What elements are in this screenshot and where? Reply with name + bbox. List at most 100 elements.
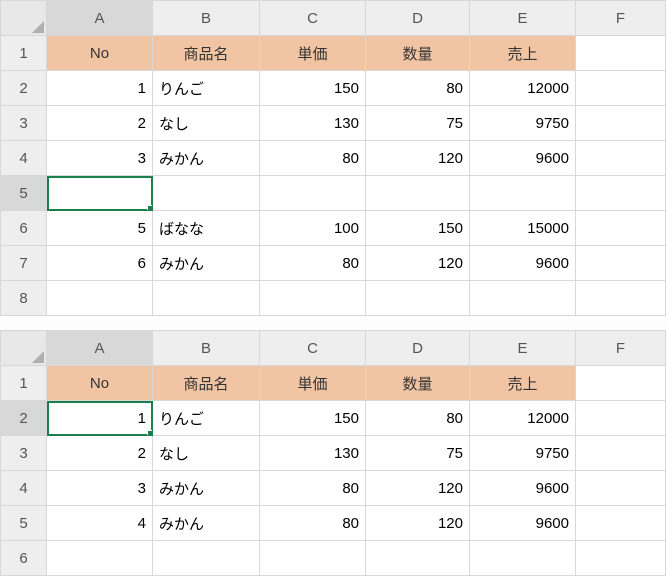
cell-E1[interactable]: 売上 bbox=[470, 36, 576, 71]
cell-A8[interactable] bbox=[47, 281, 153, 316]
cell-F3[interactable] bbox=[576, 106, 666, 141]
cell-C3[interactable]: 130 bbox=[260, 436, 366, 471]
cell-F7[interactable] bbox=[576, 246, 666, 281]
col-head-F[interactable]: F bbox=[576, 1, 666, 36]
cell-B1[interactable]: 商品名 bbox=[153, 36, 260, 71]
cell-D5[interactable] bbox=[366, 176, 470, 211]
cell-C5[interactable] bbox=[260, 176, 366, 211]
cell-F3[interactable] bbox=[576, 436, 666, 471]
cell-A2[interactable]: 1 bbox=[47, 71, 153, 106]
cell-D6[interactable] bbox=[366, 541, 470, 576]
cell-A6[interactable] bbox=[47, 541, 153, 576]
cell-D1[interactable]: 数量 bbox=[366, 36, 470, 71]
cell-D1[interactable]: 数量 bbox=[366, 366, 470, 401]
cell-A4[interactable]: 3 bbox=[47, 141, 153, 176]
cell-F2[interactable] bbox=[576, 401, 666, 436]
cell-B6[interactable]: ばなな bbox=[153, 211, 260, 246]
cell-D2[interactable]: 80 bbox=[366, 71, 470, 106]
cell-C4[interactable]: 80 bbox=[260, 141, 366, 176]
row-head-5[interactable]: 5 bbox=[1, 176, 47, 211]
col-head-D[interactable]: D bbox=[366, 331, 470, 366]
cell-B3[interactable]: なし bbox=[153, 106, 260, 141]
cell-C3[interactable]: 130 bbox=[260, 106, 366, 141]
col-head-D[interactable]: D bbox=[366, 1, 470, 36]
cell-F6[interactable] bbox=[576, 541, 666, 576]
cell-A7[interactable]: 6 bbox=[47, 246, 153, 281]
col-head-E[interactable]: E bbox=[470, 1, 576, 36]
cell-C2[interactable]: 150 bbox=[260, 71, 366, 106]
row-head-6[interactable]: 6 bbox=[1, 211, 47, 246]
row-head-5[interactable]: 5 bbox=[1, 506, 47, 541]
cell-F4[interactable] bbox=[576, 471, 666, 506]
select-all-corner[interactable] bbox=[1, 1, 47, 36]
cell-B2[interactable]: りんご bbox=[153, 401, 260, 436]
row-head-3[interactable]: 3 bbox=[1, 106, 47, 141]
cell-A5[interactable]: 4 bbox=[47, 506, 153, 541]
cell-B5[interactable] bbox=[153, 176, 260, 211]
col-head-B[interactable]: B bbox=[153, 331, 260, 366]
cell-B1[interactable]: 商品名 bbox=[153, 366, 260, 401]
cell-E4[interactable]: 9600 bbox=[470, 471, 576, 506]
row-head-4[interactable]: 4 bbox=[1, 471, 47, 506]
row-head-6[interactable]: 6 bbox=[1, 541, 47, 576]
cell-F1[interactable] bbox=[576, 366, 666, 401]
cell-E4[interactable]: 9600 bbox=[470, 141, 576, 176]
cell-C4[interactable]: 80 bbox=[260, 471, 366, 506]
col-head-C[interactable]: C bbox=[260, 331, 366, 366]
cell-C1[interactable]: 単価 bbox=[260, 366, 366, 401]
cell-A5[interactable] bbox=[47, 176, 153, 211]
cell-D5[interactable]: 120 bbox=[366, 506, 470, 541]
row-head-8[interactable]: 8 bbox=[1, 281, 47, 316]
cell-F5[interactable] bbox=[576, 176, 666, 211]
cell-B2[interactable]: りんご bbox=[153, 71, 260, 106]
cell-C7[interactable]: 80 bbox=[260, 246, 366, 281]
cell-E3[interactable]: 9750 bbox=[470, 106, 576, 141]
cell-D2[interactable]: 80 bbox=[366, 401, 470, 436]
col-head-A[interactable]: A bbox=[47, 331, 153, 366]
row-head-1[interactable]: 1 bbox=[1, 36, 47, 71]
cell-E5[interactable]: 9600 bbox=[470, 506, 576, 541]
cell-A3[interactable]: 2 bbox=[47, 106, 153, 141]
col-head-E[interactable]: E bbox=[470, 331, 576, 366]
col-head-A[interactable]: A bbox=[47, 1, 153, 36]
cell-C8[interactable] bbox=[260, 281, 366, 316]
cell-C6[interactable] bbox=[260, 541, 366, 576]
cell-E3[interactable]: 9750 bbox=[470, 436, 576, 471]
cell-B5[interactable]: みかん bbox=[153, 506, 260, 541]
cell-A2[interactable]: 1 bbox=[47, 401, 153, 436]
cell-E1[interactable]: 売上 bbox=[470, 366, 576, 401]
cell-D7[interactable]: 120 bbox=[366, 246, 470, 281]
cell-E8[interactable] bbox=[470, 281, 576, 316]
cell-E6[interactable] bbox=[470, 541, 576, 576]
cell-C5[interactable]: 80 bbox=[260, 506, 366, 541]
cell-C2[interactable]: 150 bbox=[260, 401, 366, 436]
cell-E7[interactable]: 9600 bbox=[470, 246, 576, 281]
cell-B3[interactable]: なし bbox=[153, 436, 260, 471]
cell-F8[interactable] bbox=[576, 281, 666, 316]
cell-F2[interactable] bbox=[576, 71, 666, 106]
cell-A1[interactable]: No bbox=[47, 366, 153, 401]
cell-A1[interactable]: No bbox=[47, 36, 153, 71]
row-head-2[interactable]: 2 bbox=[1, 401, 47, 436]
spreadsheet-top[interactable]: A B C D E F 1 No 商品名 単価 数量 売上 2 1 りんご 15… bbox=[0, 0, 666, 316]
cell-B4[interactable]: みかん bbox=[153, 471, 260, 506]
cell-D8[interactable] bbox=[366, 281, 470, 316]
cell-E6[interactable]: 15000 bbox=[470, 211, 576, 246]
row-head-2[interactable]: 2 bbox=[1, 71, 47, 106]
cell-D3[interactable]: 75 bbox=[366, 106, 470, 141]
cell-E5[interactable] bbox=[470, 176, 576, 211]
cell-F6[interactable] bbox=[576, 211, 666, 246]
cell-D6[interactable]: 150 bbox=[366, 211, 470, 246]
cell-F4[interactable] bbox=[576, 141, 666, 176]
col-head-B[interactable]: B bbox=[153, 1, 260, 36]
cell-E2[interactable]: 12000 bbox=[470, 401, 576, 436]
cell-B6[interactable] bbox=[153, 541, 260, 576]
cell-A6[interactable]: 5 bbox=[47, 211, 153, 246]
cell-C1[interactable]: 単価 bbox=[260, 36, 366, 71]
cell-B7[interactable]: みかん bbox=[153, 246, 260, 281]
spreadsheet-bottom[interactable]: A B C D E F 1 No 商品名 単価 数量 売上 2 1 りんご 15… bbox=[0, 330, 666, 576]
cell-D4[interactable]: 120 bbox=[366, 471, 470, 506]
cell-D3[interactable]: 75 bbox=[366, 436, 470, 471]
cell-B8[interactable] bbox=[153, 281, 260, 316]
cell-A4[interactable]: 3 bbox=[47, 471, 153, 506]
